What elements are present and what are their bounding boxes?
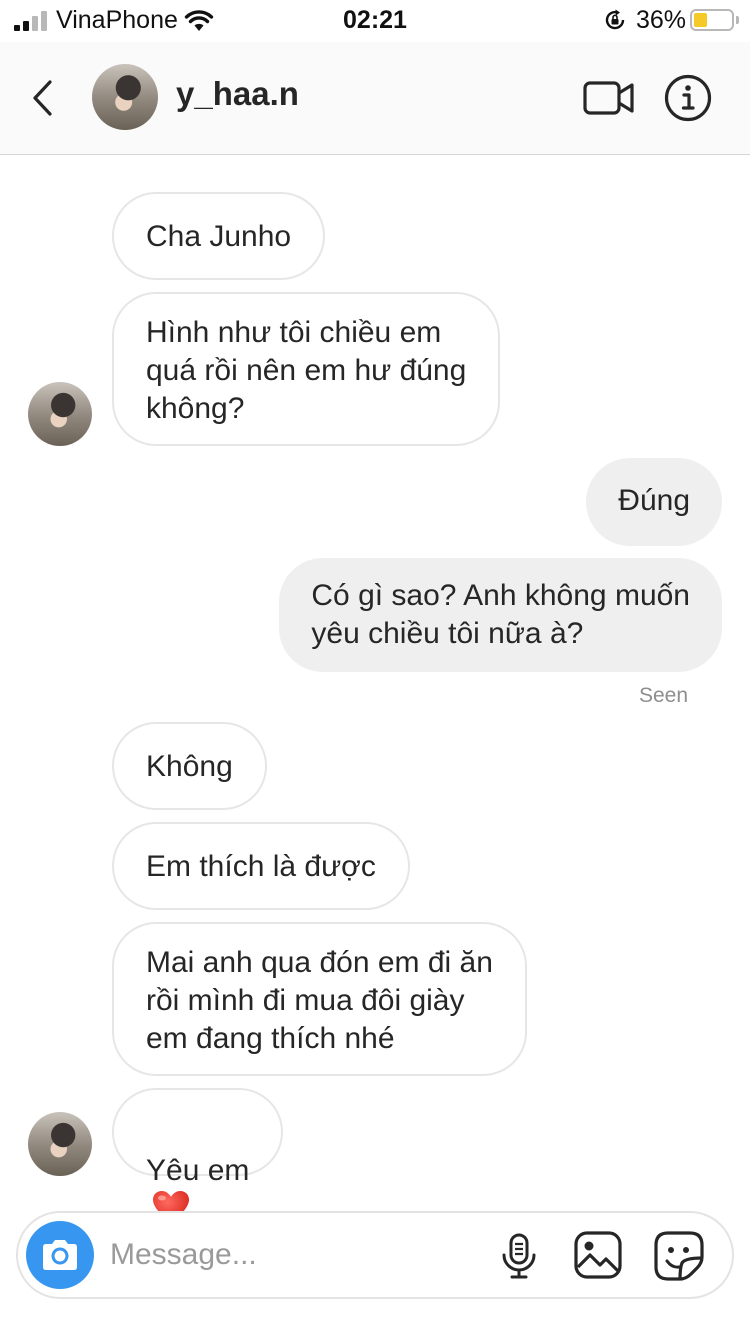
message-bubble-outgoing[interactable]: Có gì sao? Anh không muốn yêu chiều tôi … bbox=[279, 558, 722, 672]
microphone-icon[interactable] bbox=[500, 1233, 538, 1279]
battery-level bbox=[694, 13, 707, 27]
avatar[interactable] bbox=[92, 64, 158, 130]
camera-icon bbox=[43, 1240, 77, 1270]
message-composer bbox=[16, 1211, 734, 1299]
back-chevron-icon[interactable] bbox=[28, 78, 58, 118]
message-bubble-incoming[interactable]: Mai anh qua đón em đi ăn rồi mình đi mua… bbox=[112, 922, 527, 1076]
info-icon[interactable] bbox=[664, 74, 712, 122]
sticker-icon[interactable] bbox=[654, 1231, 704, 1281]
avatar[interactable] bbox=[28, 382, 92, 446]
video-call-icon[interactable] bbox=[583, 78, 635, 118]
status-bar: VinaPhone 02:21 36% bbox=[0, 0, 750, 42]
message-bubble-incoming[interactable]: Không bbox=[112, 722, 267, 810]
chat-header: y_haa.n bbox=[0, 42, 750, 155]
message-input[interactable] bbox=[110, 1231, 470, 1279]
battery-icon bbox=[690, 9, 739, 31]
message-bubble-outgoing[interactable]: Đúng bbox=[586, 458, 722, 546]
camera-button[interactable] bbox=[26, 1221, 94, 1289]
gallery-icon[interactable] bbox=[574, 1231, 622, 1279]
avatar[interactable] bbox=[28, 1112, 92, 1176]
orientation-lock-icon bbox=[605, 9, 625, 30]
message-bubble-incoming[interactable]: Em thích là được bbox=[112, 822, 410, 910]
message-bubble-incoming[interactable]: Yêu em bbox=[112, 1088, 284, 1222]
message-text: Yêu em bbox=[146, 1154, 250, 1187]
message-bubble-incoming[interactable]: Cha Junho bbox=[112, 192, 326, 280]
seen-receipt: Seen bbox=[638, 684, 688, 707]
battery-percent: 36% bbox=[636, 6, 687, 34]
chat-username[interactable]: y_haa.n bbox=[176, 75, 299, 113]
message-bubble-incoming[interactable]: Hình như tôi chiều em quá rồi nên em hư … bbox=[112, 292, 501, 446]
